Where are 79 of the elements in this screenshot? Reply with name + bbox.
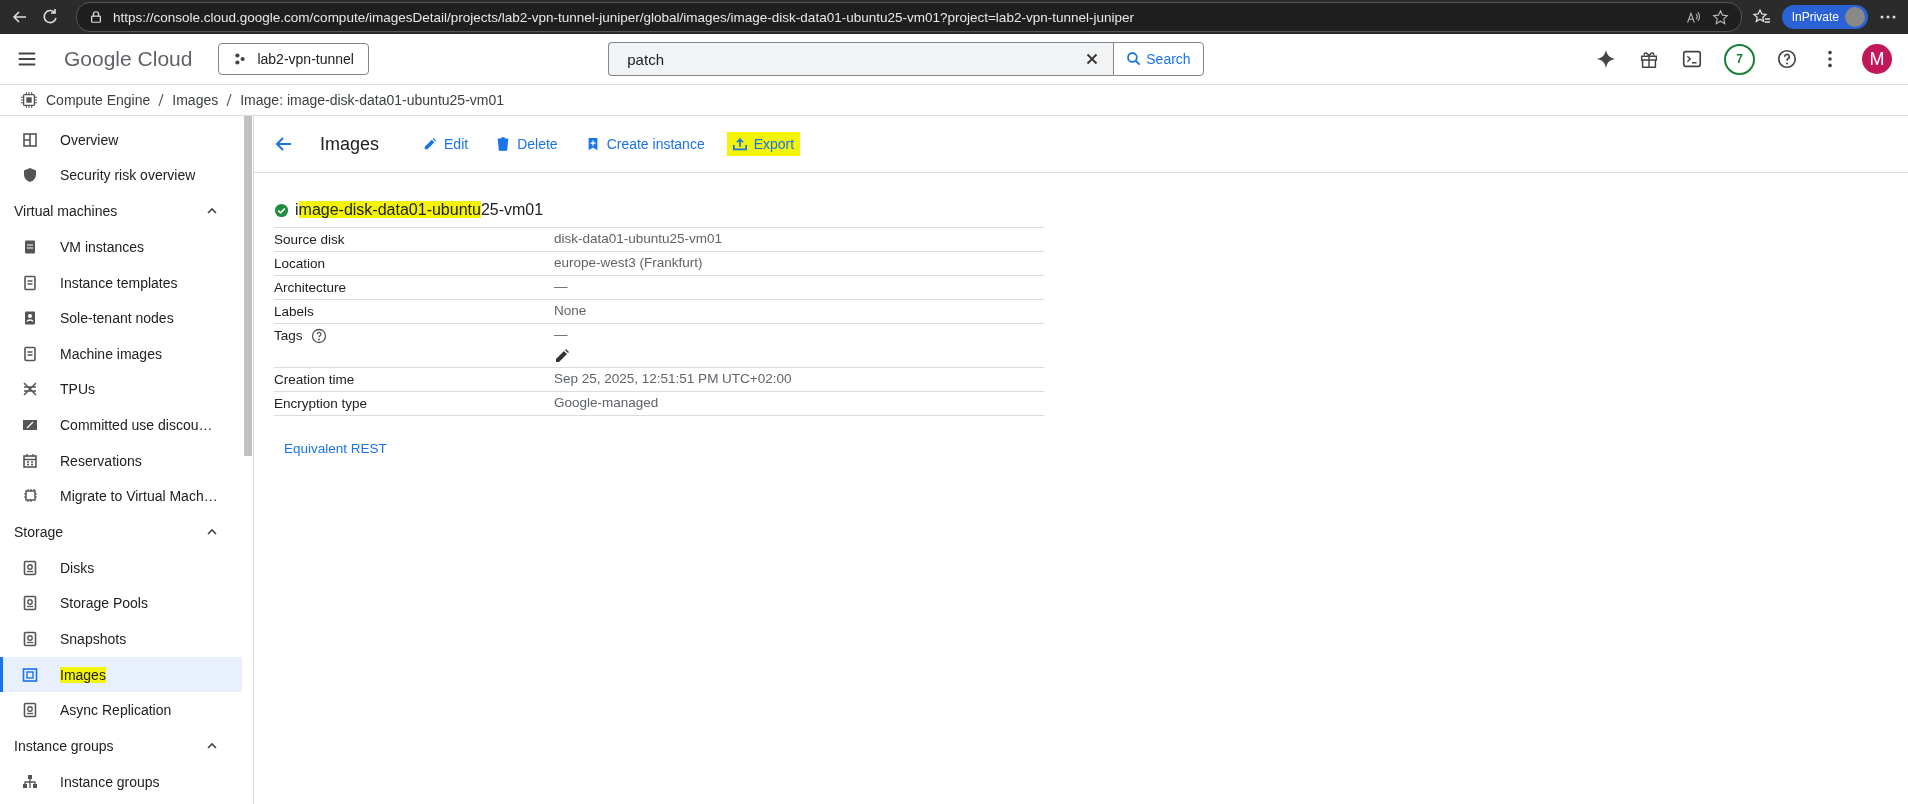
upload-icon [732,137,747,151]
edit-icon[interactable] [554,348,570,364]
action-button[interactable]: Edit [417,132,475,156]
property-value: — [554,327,569,342]
sidebar-item[interactable]: Sole-tenant nodes [0,300,242,336]
document-icon [22,274,38,291]
search-bar[interactable]: patch [608,42,1114,76]
notification-count[interactable]: 7 [1724,43,1755,75]
sidebar-item[interactable]: TPUs [0,371,242,408]
search-icon [1126,51,1143,67]
search-field[interactable]: patch [625,49,1084,69]
sidebar-item[interactable]: Instance groups [0,763,242,800]
nodes-icon [233,52,248,66]
property-label: Location [274,256,326,271]
sidebar-item[interactable]: Security risk overview [0,157,242,194]
nav-section-header[interactable]: Virtual machines [0,193,244,230]
property-value: disk-data01-ubuntu25-vm01 [554,231,723,246]
document-icon [22,345,38,362]
terminal-icon[interactable] [1681,48,1703,70]
sidebar-item[interactable]: VM instances [0,229,242,265]
sidebar-item[interactable]: Overview [0,122,242,158]
sidebar-item[interactable]: Machine images [0,335,242,372]
property-label: Source disk [274,232,345,247]
chip-icon [22,488,38,505]
property-value: None [554,303,587,318]
property-label: Encryption type [274,396,368,411]
nav-section-header[interactable]: Instance groups [0,727,244,764]
image-frame-icon [22,666,38,683]
property-label: Creation time [274,372,355,387]
server-icon [22,239,38,255]
scrollbar-thumb[interactable] [244,116,252,456]
project-selector[interactable]: lab2-vpn-tunnel [218,43,369,75]
avatar[interactable]: M [1862,44,1892,74]
property-value: — [554,279,568,294]
property-label: Labels [274,304,314,319]
dashboard-icon [22,131,38,148]
nav-section-header[interactable]: Storage [0,513,244,550]
sidebar-item[interactable]: Reservations [0,442,242,479]
chip-icon [20,91,38,109]
product-logo[interactable]: Google Cloud [64,47,193,71]
sidebar-item[interactable]: Images [0,656,242,693]
sidebar-item[interactable]: Disks [0,549,242,586]
equivalent-rest-link[interactable]: Equivalent REST [284,441,387,456]
star-icon[interactable] [1711,8,1729,26]
sidebar-item[interactable]: Committed use discou… [0,407,242,443]
action-button[interactable]: Export [726,132,801,156]
property-value: Sep 25, 2025, 12:51:51 PM UTC+02:00 [554,371,792,386]
sidebar-item[interactable]: Snapshots [0,621,242,657]
breadcrumb-link[interactable]: Image: image-disk-data01-ubuntu25-vm01 [240,92,505,108]
property-label: Architecture [274,280,347,295]
sidebar-item[interactable]: Instance templates [0,264,242,301]
help-icon[interactable] [1776,48,1798,70]
property-value: Google-managed [554,395,659,410]
breadcrumb-link[interactable]: Compute Engine [46,92,151,108]
slash-separator-icon [158,93,165,107]
shield-icon [22,167,38,184]
trash-icon [496,137,511,151]
pencil-icon [423,137,438,151]
search-button[interactable]: Search [1113,42,1204,76]
inprivate-badge[interactable]: InPrivate [1781,5,1868,29]
help-icon[interactable] [310,328,327,344]
image-name: image-disk-data01-ubuntu25-vm01 [295,201,544,219]
action-button[interactable]: Delete [490,132,564,156]
property-value: europe-west3 (Frankfurt) [554,255,703,270]
crossed-grid-icon [22,381,38,398]
success-check-icon [274,202,289,218]
slash-separator-icon [226,93,233,107]
sidebar-item[interactable]: Migrate to Virtual Mach… [0,478,242,514]
breadcrumb-link[interactable]: Images [172,92,219,108]
hierarchy-icon [22,773,38,790]
page-title: Images [320,133,380,155]
lock-icon [89,10,103,24]
sidebar-item[interactable]: Storage Pools [0,585,242,622]
action-button[interactable]: Create instance [579,132,711,156]
property-label: Tags [274,328,303,343]
calendar-icon [22,452,38,469]
address-bar[interactable]: https://console.cloud.google.com/compute/imagesDetail/projects/lab2-vpn-tunnel-juniper/global/images/image-disk-data01-ubuntu25-vm01?project=lab2-vpn-tunnel-juniper [76,2,1742,32]
person-card-icon [22,310,38,327]
sidebar-item[interactable]: Async Replication [0,692,242,728]
